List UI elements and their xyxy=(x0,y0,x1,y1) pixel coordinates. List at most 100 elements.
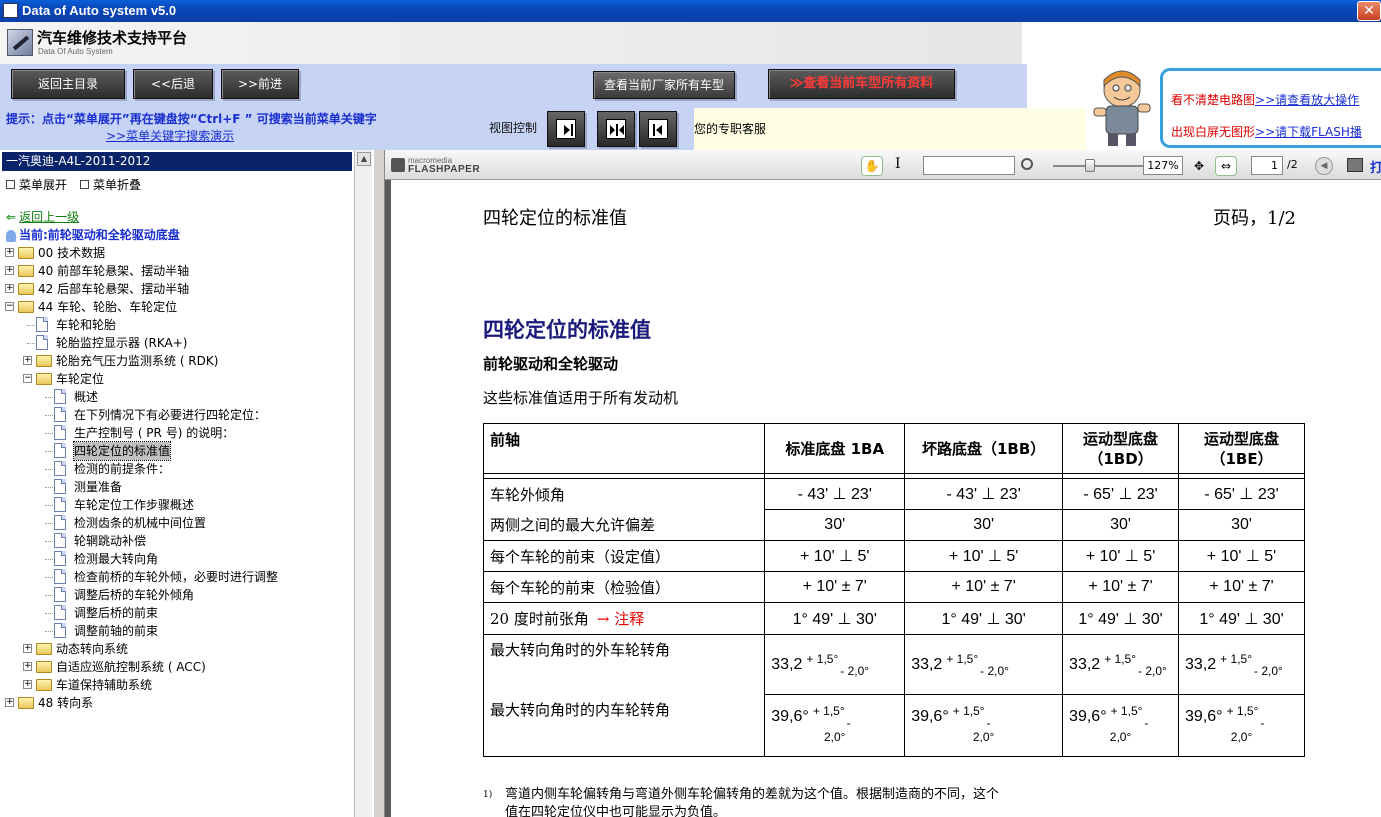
back-button[interactable]: <<后退 xyxy=(133,69,213,99)
tree-item[interactable]: 检测齿条的机械中间位置 xyxy=(0,514,350,532)
spec-value: 30' xyxy=(1062,509,1180,541)
view-all-button[interactable]: ≫查看当前车型所有资料 xyxy=(768,69,955,99)
close-icon[interactable]: ✕ xyxy=(1357,1,1381,21)
expand-toggle-icon[interactable]: + xyxy=(23,356,32,365)
tree-item[interactable]: + 车道保持辅助系统 xyxy=(0,676,350,694)
tree-item-label[interactable]: 车轮定位 xyxy=(56,370,104,388)
search-demo-link[interactable]: >>菜单关键字搜索演示 xyxy=(106,127,234,144)
pane-splitter[interactable] xyxy=(373,150,385,817)
expand-toggle-icon[interactable]: + xyxy=(23,680,32,689)
tree-item[interactable]: +00 技术数据 xyxy=(0,244,350,262)
tree-item-label[interactable]: 检测最大转向角 xyxy=(74,550,158,568)
tree-item-label[interactable]: 生产控制号 ( PR 号) 的说明： xyxy=(74,424,234,442)
print-label[interactable]: 打 xyxy=(1370,157,1381,176)
page-number-input[interactable]: 1 xyxy=(1251,156,1283,175)
note-link[interactable]: → 注释 xyxy=(597,610,644,628)
tree-item[interactable]: +40 前部车轮悬架、摆动半轴 xyxy=(0,262,350,280)
tree-item-label[interactable]: 轮辋跳动补偿 xyxy=(74,532,146,550)
tree-item-label[interactable]: 车轮和轮胎 xyxy=(56,316,116,334)
tree-item[interactable]: 车轮和轮胎 xyxy=(0,316,350,334)
zoom-level[interactable]: 127% xyxy=(1143,156,1183,175)
tree-item[interactable]: 车轮定位工作步骤概述 xyxy=(0,496,350,514)
text-select-icon[interactable]: I xyxy=(895,156,901,172)
view-split-button[interactable] xyxy=(597,111,635,147)
tree-item[interactable]: − 车轮定位 xyxy=(0,370,350,388)
fit-width-icon[interactable]: ⇔ xyxy=(1215,156,1237,176)
tree-item[interactable]: 检测最大转向角 xyxy=(0,550,350,568)
tree-item-label[interactable]: 调整后桥的车轮外倾角 xyxy=(74,586,194,604)
back-up-link[interactable]: ⇐ 返回上一级 xyxy=(6,208,79,225)
tree-item[interactable]: 在下列情况下有必要进行四轮定位： xyxy=(0,406,350,424)
fit-page-icon[interactable]: ✥ xyxy=(1188,156,1210,176)
tree-item-label[interactable]: 自适应巡航控制系统 ( ACC) xyxy=(56,658,206,676)
tree-connector xyxy=(45,397,53,398)
tree-item-label[interactable]: 动态转向系统 xyxy=(56,640,128,658)
tree-item[interactable]: + 轮胎充气压力监测系统 ( RDK) xyxy=(0,352,350,370)
collapse-toggle-icon[interactable]: − xyxy=(5,302,14,311)
tree-item-label[interactable]: 48 转向系 xyxy=(38,694,93,712)
view-models-button[interactable]: 查看当前厂家所有车型 xyxy=(593,71,735,99)
collapse-toggle-icon[interactable]: − xyxy=(23,374,32,383)
zoom-slider-handle[interactable] xyxy=(1085,159,1095,172)
sidebar-scrollbar[interactable]: ▲ xyxy=(354,150,372,817)
tree-item-label[interactable]: 00 技术数据 xyxy=(38,244,105,262)
menu-collapse-button[interactable]: 菜单折叠 xyxy=(80,176,141,193)
tree-item-label[interactable]: 40 前部车轮悬架、摆动半轴 xyxy=(38,262,189,280)
zoom-help-link[interactable]: >>请查看放大操作 xyxy=(1255,93,1359,107)
tree-item[interactable]: + 自适应巡航控制系统 ( ACC) xyxy=(0,658,350,676)
tree-item[interactable]: + 动态转向系统 xyxy=(0,640,350,658)
tree-item[interactable]: 轮辋跳动补偿 xyxy=(0,532,350,550)
tree-item-label[interactable]: 轮胎监控显示器 (RKA+) xyxy=(56,334,187,352)
find-input[interactable] xyxy=(923,156,1015,175)
tree-item[interactable]: 概述 xyxy=(0,388,350,406)
tree-item[interactable]: 生产控制号 ( PR 号) 的说明： xyxy=(0,424,350,442)
tree-item-label[interactable]: 检测齿条的机械中间位置 xyxy=(74,514,206,532)
tree-item[interactable]: +42 后部车轮悬架、摆动半轴 xyxy=(0,280,350,298)
tree-item[interactable]: +48 转向系 xyxy=(0,694,350,712)
flash-download-link[interactable]: >>请下载FLASH播 xyxy=(1255,125,1362,139)
view-expand-left-button[interactable] xyxy=(639,111,677,147)
tree-item[interactable]: 调整后桥的车轮外倾角 xyxy=(0,586,350,604)
zoom-slider-track[interactable] xyxy=(1053,165,1143,167)
home-button[interactable]: 返回主目录 xyxy=(11,69,125,99)
tree-item-label[interactable]: 检查前桥的车轮外倾，必要时进行调整 xyxy=(74,568,278,586)
tree-item-label[interactable]: 在下列情况下有必要进行四轮定位： xyxy=(74,406,266,424)
expand-toggle-icon[interactable]: + xyxy=(5,284,14,293)
tree-item[interactable]: 调整前轴的前束 xyxy=(0,622,350,640)
tree-item-label[interactable]: 44 车轮、轮胎、车轮定位 xyxy=(38,298,177,316)
tree-item-label[interactable]: 车道保持辅助系统 xyxy=(56,676,152,694)
tree-item-label[interactable]: 42 后部车轮悬架、摆动半轴 xyxy=(38,280,189,298)
inner-angle-cell: 39,6° + 1,5°- 2,0° xyxy=(1062,694,1180,757)
tree-item-label[interactable]: 检测的前提条件： xyxy=(74,460,170,478)
tree-item[interactable]: 测量准备 xyxy=(0,478,350,496)
tree-item-label[interactable]: 概述 xyxy=(74,388,98,406)
spec-value: + 10' ⊥ 5' xyxy=(764,540,906,572)
tree-item[interactable]: 检查前桥的车轮外倾，必要时进行调整 xyxy=(0,568,350,586)
inner-minus-value: 2,0° xyxy=(972,729,995,744)
tree-item[interactable]: 调整后桥的前束 xyxy=(0,604,350,622)
tree-item-label[interactable]: 四轮定位的标准值 xyxy=(72,441,172,461)
previous-page-icon[interactable]: ◀ xyxy=(1315,157,1333,175)
tree-item[interactable]: 轮胎监控显示器 (RKA+) xyxy=(0,334,350,352)
tree-item[interactable]: 四轮定位的标准值 xyxy=(0,441,350,461)
search-icon[interactable] xyxy=(1021,158,1033,170)
expand-toggle-icon[interactable]: + xyxy=(5,266,14,275)
tree-item-label[interactable]: 测量准备 xyxy=(74,478,122,496)
hand-tool-icon[interactable]: ✋ xyxy=(861,156,883,176)
forward-button[interactable]: >>前进 xyxy=(221,69,299,99)
scroll-up-icon[interactable]: ▲ xyxy=(357,152,371,166)
back-up-label[interactable]: 返回上一级 xyxy=(19,210,79,224)
expand-toggle-icon[interactable]: + xyxy=(5,698,14,707)
menu-expand-button[interactable]: 菜单展开 xyxy=(6,176,67,193)
tree-item-label[interactable]: 调整后桥的前束 xyxy=(74,604,158,622)
tree-item-label[interactable]: 车轮定位工作步骤概述 xyxy=(74,496,194,514)
tree-item[interactable]: − 44 车轮、轮胎、车轮定位 xyxy=(0,298,350,316)
tree-item[interactable]: 检测的前提条件： xyxy=(0,460,350,478)
tree-item-label[interactable]: 轮胎充气压力监测系统 ( RDK) xyxy=(56,352,218,370)
expand-toggle-icon[interactable]: + xyxy=(23,662,32,671)
tree-item-label[interactable]: 调整前轴的前束 xyxy=(74,622,158,640)
expand-toggle-icon[interactable]: + xyxy=(5,248,14,257)
expand-toggle-icon[interactable]: + xyxy=(23,644,32,653)
print-icon[interactable] xyxy=(1347,158,1363,172)
view-expand-right-button[interactable] xyxy=(547,111,585,147)
